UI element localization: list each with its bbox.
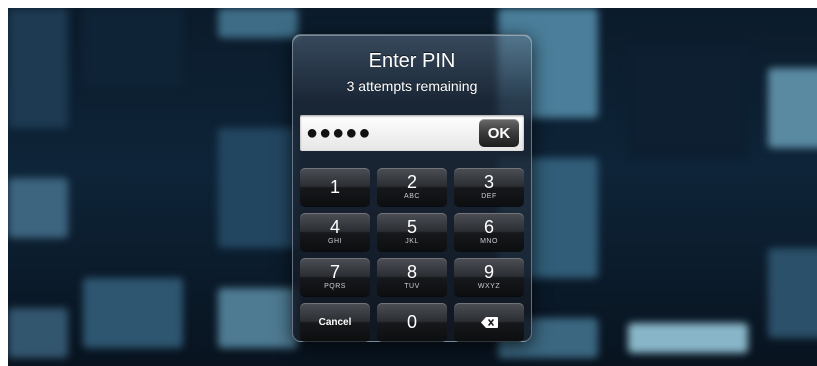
pin-masked-value: ●●●●●: [306, 122, 372, 144]
key-number: 5: [406, 217, 417, 237]
numeric-keypad: 1 2 ABC 3 DEF 4 GHI 5 JKL 6 MNO 7 PQRS 8…: [300, 168, 524, 341]
key-letters: JKL: [405, 238, 419, 245]
wallpaper-bar: [768, 248, 817, 338]
ok-button[interactable]: OK: [479, 119, 519, 147]
key-0[interactable]: 0: [377, 303, 447, 341]
wallpaper-bar: [8, 308, 68, 358]
cancel-label: Cancel: [318, 316, 352, 328]
wallpaper-bar: [768, 68, 817, 148]
key-8[interactable]: 8 TUV: [377, 258, 447, 296]
pin-entry-dialog: Enter PIN 3 attempts remaining ●●●●● OK …: [292, 34, 532, 342]
key-letters: DEF: [481, 193, 497, 200]
key-number: 1: [329, 177, 340, 197]
key-number: 0: [406, 312, 417, 332]
key-number: 7: [329, 262, 340, 282]
wallpaper-bar: [218, 128, 298, 248]
key-7[interactable]: 7 PQRS: [300, 258, 370, 296]
wallpaper-bar: [628, 48, 748, 158]
wallpaper-bar: [628, 323, 748, 353]
key-5[interactable]: 5 JKL: [377, 213, 447, 251]
wallpaper-bar: [8, 178, 68, 238]
wallpaper-bar: [83, 8, 183, 88]
backspace-icon: [480, 317, 498, 328]
wallpaper-bar: [83, 278, 183, 348]
key-letters: ABC: [404, 193, 420, 200]
key-number: 4: [329, 217, 340, 237]
key-3[interactable]: 3 DEF: [454, 168, 524, 206]
attempts-remaining-text: 3 attempts remaining: [346, 78, 478, 94]
key-number: 3: [483, 172, 494, 192]
key-1[interactable]: 1: [300, 168, 370, 206]
key-number: 9: [483, 262, 494, 282]
key-letters: WXYZ: [477, 283, 501, 290]
wallpaper-bar: [218, 288, 298, 348]
key-number: 2: [406, 172, 417, 192]
key-letters: GHI: [328, 238, 342, 245]
key-9[interactable]: 9 WXYZ: [454, 258, 524, 296]
key-4[interactable]: 4 GHI: [300, 213, 370, 251]
key-2[interactable]: 2 ABC: [377, 168, 447, 206]
key-letters: MNO: [480, 238, 498, 245]
backspace-button[interactable]: [454, 303, 524, 341]
key-number: 8: [406, 262, 417, 282]
key-letters: PQRS: [324, 283, 346, 290]
wallpaper-bar: [218, 8, 298, 38]
key-letters: TUV: [404, 283, 420, 290]
dialog-title: Enter PIN: [368, 50, 456, 72]
key-number: 6: [483, 217, 494, 237]
wallpaper-bar: [8, 8, 68, 128]
key-6[interactable]: 6 MNO: [454, 213, 524, 251]
cancel-button[interactable]: Cancel: [300, 303, 370, 341]
pin-input-field[interactable]: ●●●●● OK: [300, 115, 524, 151]
